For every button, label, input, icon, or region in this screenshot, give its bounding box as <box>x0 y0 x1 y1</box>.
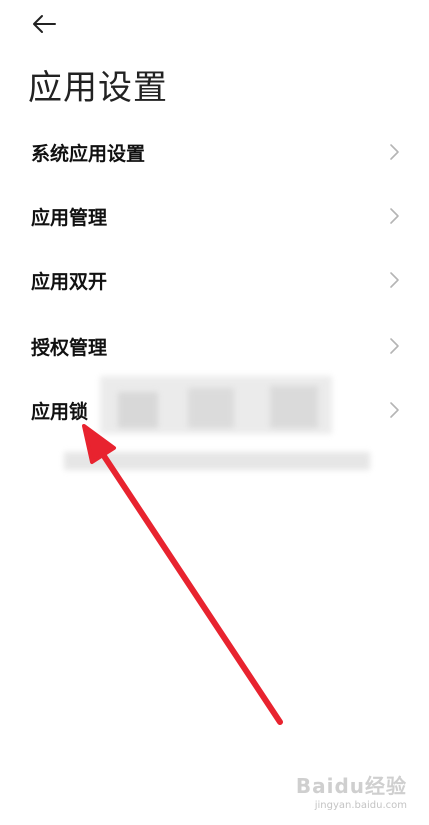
back-button[interactable] <box>26 8 62 40</box>
menu-item-app-management[interactable]: 应用管理 <box>0 184 429 248</box>
chevron-right-icon <box>390 402 399 418</box>
chevron-right-icon <box>390 208 399 224</box>
menu-item-dual-apps[interactable]: 应用双开 <box>0 248 429 312</box>
menu-item-label: 应用管理 <box>31 206 108 229</box>
menu-item-label: 应用双开 <box>31 270 108 293</box>
menu-item-permissions[interactable]: 授权管理 <box>0 314 429 378</box>
menu-item-label: 应用锁 <box>31 400 89 423</box>
watermark-brand: Baidu经验 <box>295 774 407 798</box>
arrow-left-icon <box>33 15 56 33</box>
menu-item-label: 系统应用设置 <box>31 142 146 165</box>
menu-item-label: 授权管理 <box>31 336 108 359</box>
page-title: 应用设置 <box>28 68 168 108</box>
watermark: Baidu经验 jingyan.baidu.com <box>296 770 407 811</box>
chevron-right-icon <box>390 144 399 160</box>
app-settings-screen: 应用设置 系统应用设置 应用管理 应用双开 授权管理 应用锁 Baidu经验 j… <box>0 0 429 825</box>
chevron-right-icon <box>390 272 399 288</box>
watermark-url: jingyan.baidu.com <box>314 800 407 811</box>
menu-item-system-app-settings[interactable]: 系统应用设置 <box>0 120 429 184</box>
chevron-right-icon <box>390 338 399 354</box>
